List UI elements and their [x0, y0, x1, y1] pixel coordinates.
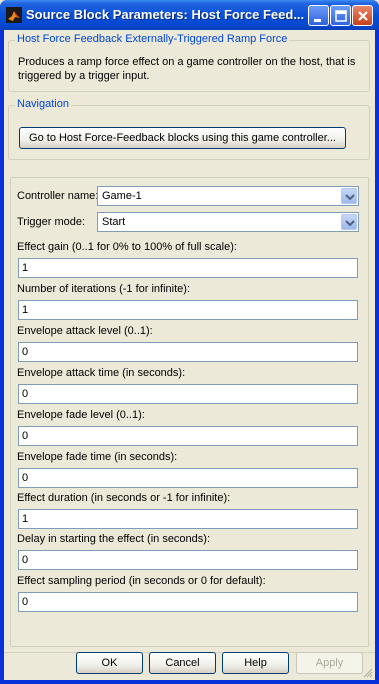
close-icon — [358, 11, 368, 21]
description-title: Host Force Feedback Externally-Triggered… — [15, 33, 290, 45]
fade-time-label: Envelope fade time (in seconds): — [17, 451, 178, 463]
dialog-body: Host Force Feedback Externally-Triggered… — [4, 30, 375, 680]
attack-level-label: Envelope attack level (0..1): — [17, 325, 153, 337]
minimize-button[interactable] — [308, 5, 329, 26]
minimize-icon — [314, 19, 321, 22]
iterations-label: Number of iterations (-1 for infinite): — [17, 283, 191, 295]
close-button[interactable] — [352, 5, 373, 26]
matlab-icon[interactable] — [6, 7, 22, 23]
sampling-period-label: Effect sampling period (in seconds or 0 … — [17, 575, 266, 587]
fade-time-input[interactable]: 0 — [18, 468, 358, 488]
effect-duration-label: Effect duration (in seconds or -1 for in… — [17, 492, 231, 504]
window-title: Source Block Parameters: Host Force Feed… — [26, 7, 305, 22]
attack-time-label: Envelope attack time (in seconds): — [17, 367, 186, 379]
ok-button[interactable]: OK — [76, 652, 143, 674]
controller-name-label: Controller name: — [17, 190, 99, 202]
navigation-title: Navigation — [15, 98, 71, 110]
effect-duration-input[interactable]: 1 — [18, 509, 358, 529]
start-delay-label: Delay in starting the effect (in seconds… — [17, 533, 211, 545]
trigger-mode-value: Start — [102, 216, 126, 228]
effect-gain-input[interactable]: 1 — [18, 258, 358, 278]
navigation-group: Navigation Go to Host Force-Feedback blo… — [8, 98, 370, 160]
trigger-mode-select[interactable]: Start — [97, 212, 359, 232]
resize-grip-icon[interactable] — [363, 668, 373, 678]
fade-level-input[interactable]: 0 — [18, 426, 358, 446]
iterations-input[interactable]: 1 — [18, 300, 358, 320]
maximize-icon — [335, 10, 347, 22]
start-delay-input[interactable]: 0 — [18, 550, 358, 570]
trigger-mode-label: Trigger mode: — [17, 216, 86, 228]
effect-gain-label: Effect gain (0..1 for 0% to 100% of full… — [17, 241, 237, 253]
attack-time-input[interactable]: 0 — [18, 384, 358, 404]
controller-name-select[interactable]: Game-1 — [97, 186, 359, 206]
parameters-panel: Controller name: Game-1 Trigger mode: St… — [10, 177, 369, 647]
dialog-window: Source Block Parameters: Host Force Feed… — [0, 0, 379, 684]
attack-level-input[interactable]: 0 — [18, 342, 358, 362]
description-text: Produces a ramp force effect on a game c… — [18, 56, 356, 82]
controller-name-value: Game-1 — [102, 190, 142, 202]
description-group: Host Force Feedback Externally-Triggered… — [8, 33, 370, 92]
cancel-button[interactable]: Cancel — [149, 652, 216, 674]
apply-button[interactable]: Apply — [296, 652, 363, 674]
sampling-period-input[interactable]: 0 — [18, 592, 358, 612]
title-bar[interactable]: Source Block Parameters: Host Force Feed… — [0, 0, 379, 30]
chevron-down-icon[interactable] — [341, 214, 357, 230]
go-to-blocks-button[interactable]: Go to Host Force-Feedback blocks using t… — [19, 127, 346, 149]
help-button[interactable]: Help — [222, 652, 289, 674]
maximize-button[interactable] — [330, 5, 351, 26]
chevron-down-icon[interactable] — [341, 188, 357, 204]
fade-level-label: Envelope fade level (0..1): — [17, 409, 145, 421]
